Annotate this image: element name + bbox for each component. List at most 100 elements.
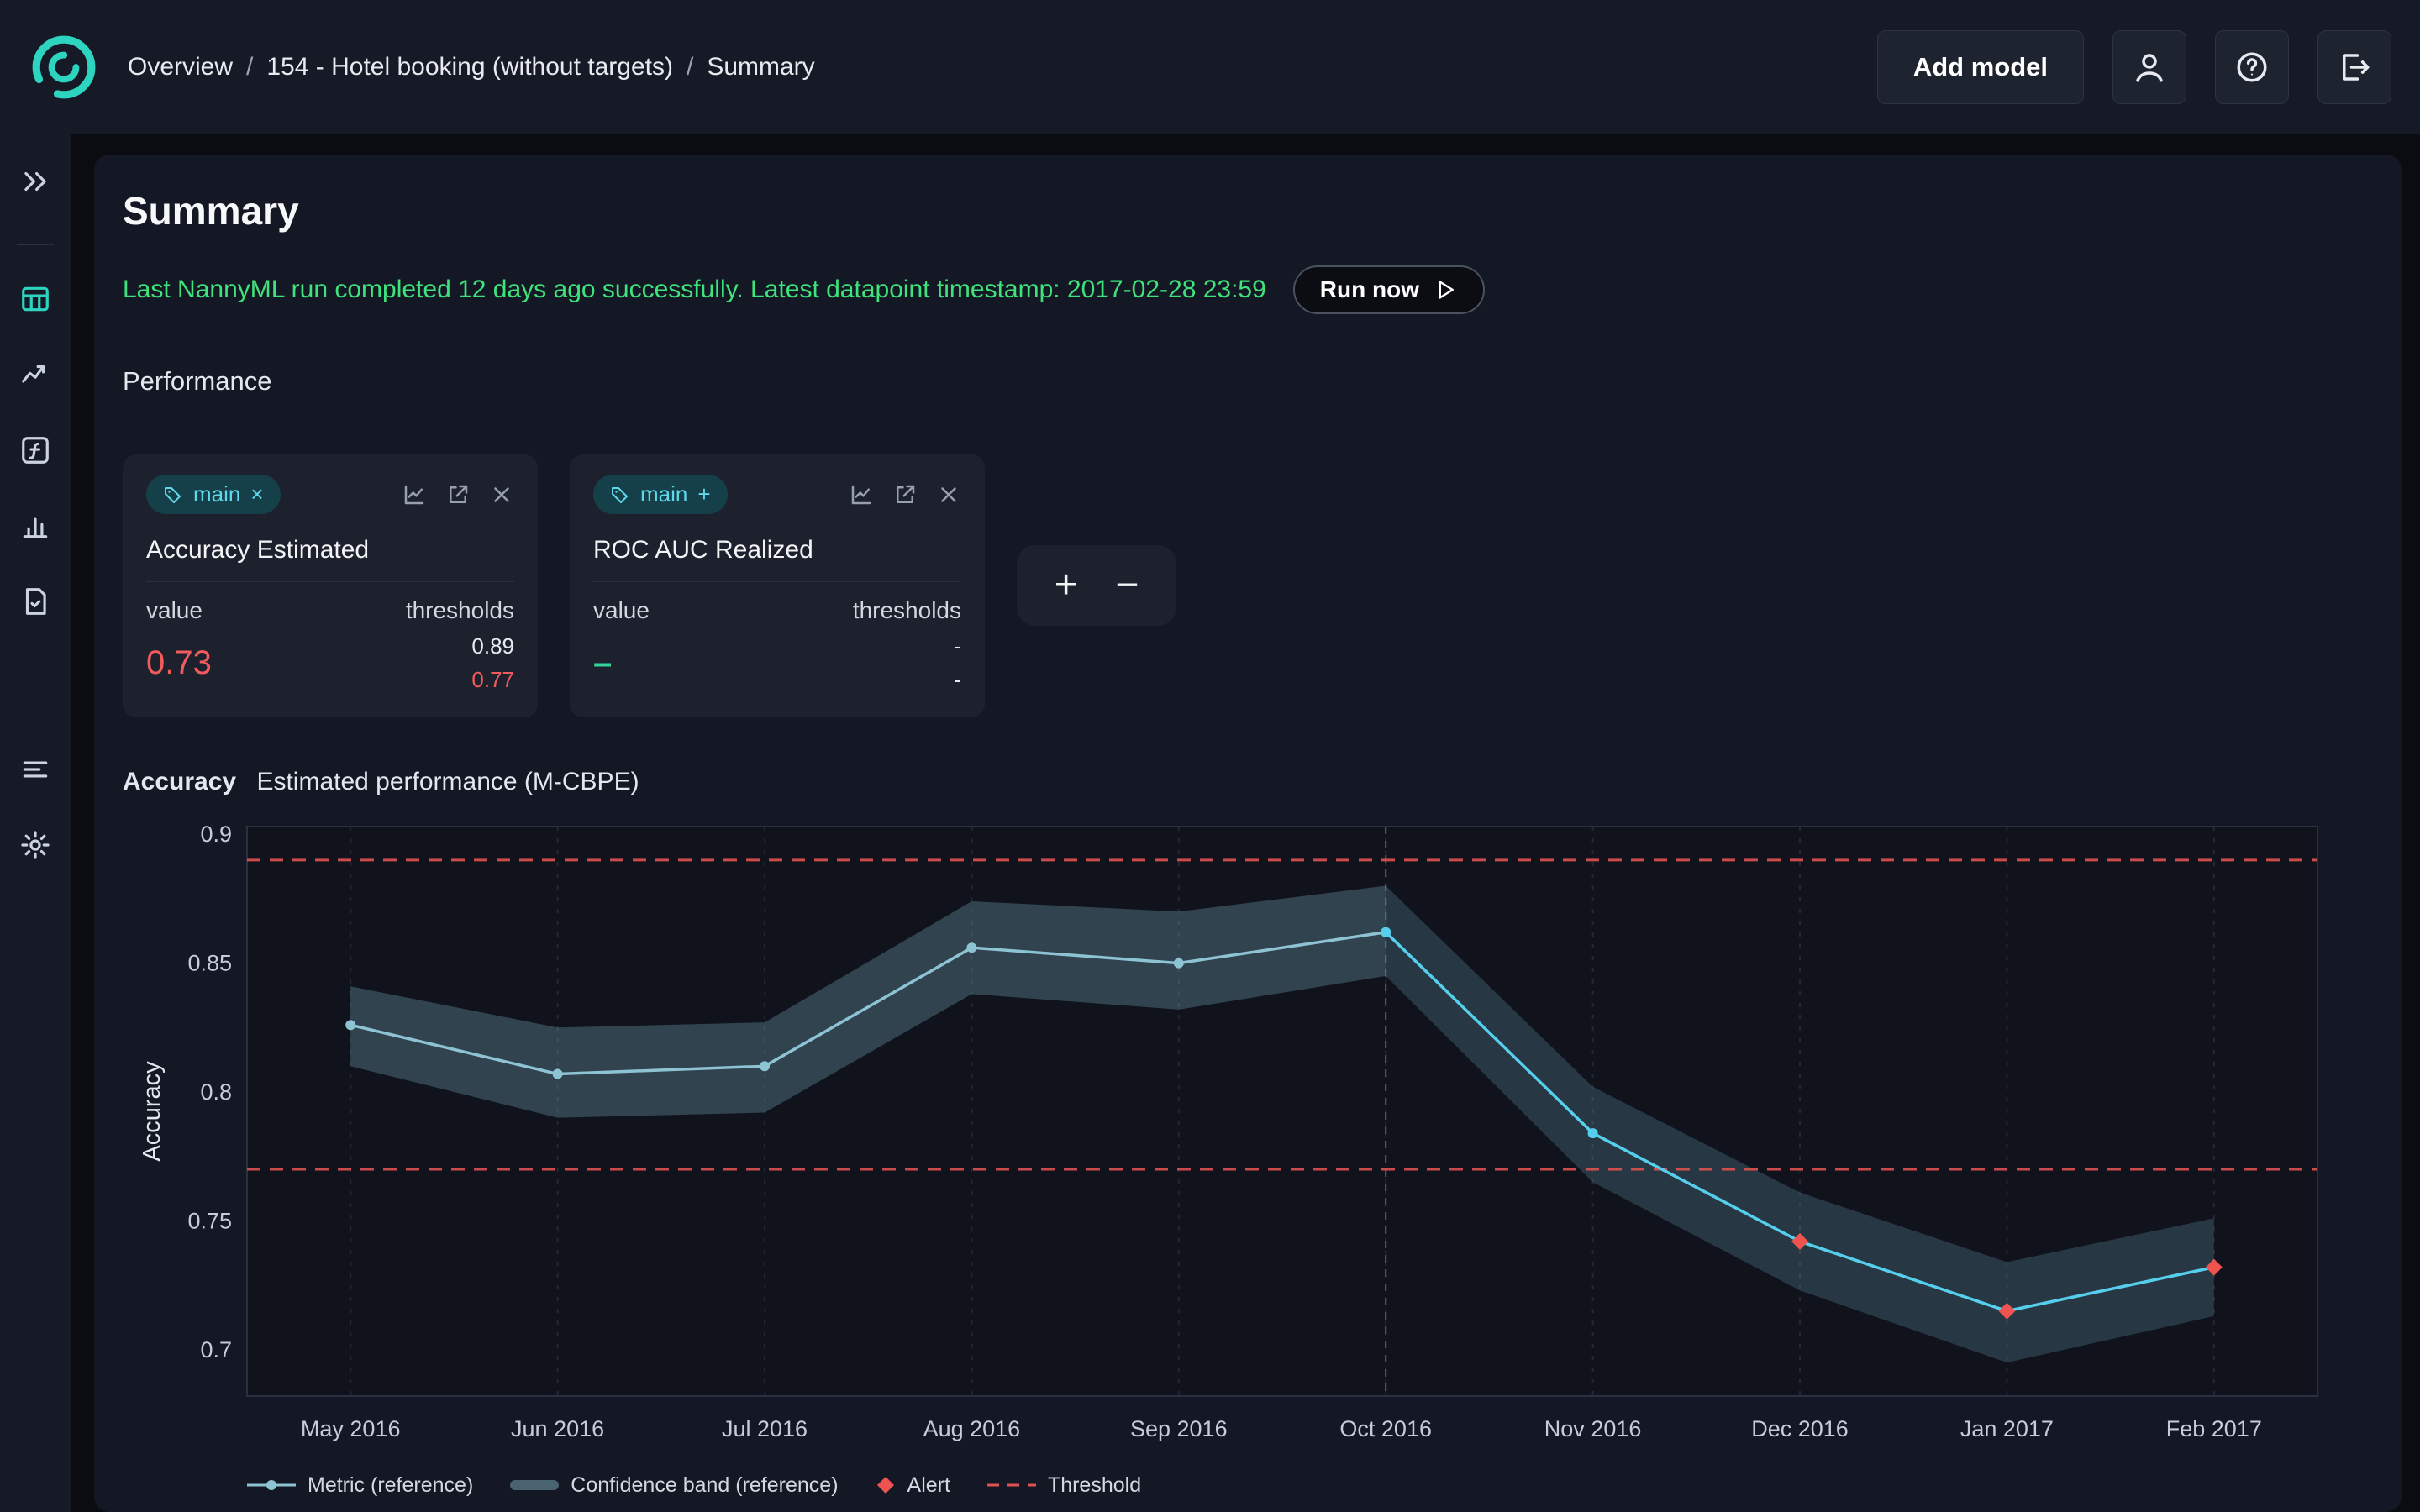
card-labels: value thresholds	[593, 597, 961, 624]
list-icon	[19, 753, 51, 785]
svg-text:0.85: 0.85	[187, 950, 232, 975]
sidebar-item-summary[interactable]	[18, 282, 52, 316]
svg-text:0.8: 0.8	[200, 1079, 232, 1105]
view-chart-icon[interactable]	[849, 482, 874, 507]
performance-section-header: Performance	[123, 366, 2373, 417]
svg-text:Aug 2016: Aug 2016	[923, 1416, 1021, 1441]
add-model-button[interactable]: Add model	[1877, 30, 2084, 104]
svg-text:0.7: 0.7	[200, 1336, 232, 1362]
sidebar-divider	[17, 244, 54, 245]
card-header: main ×	[146, 475, 514, 514]
tag-chip-main[interactable]: main ×	[146, 475, 281, 514]
close-icon[interactable]	[489, 482, 514, 507]
gear-icon	[19, 829, 51, 861]
open-external-icon[interactable]	[892, 482, 918, 507]
navbar-actions: Add model	[1877, 30, 2391, 104]
threshold-lower: -	[954, 663, 961, 696]
remove-card-button[interactable]: −	[1115, 565, 1139, 606]
logout-icon	[2337, 50, 2372, 85]
breadcrumb-item-model[interactable]: 154 - Hotel booking (without targets)	[266, 53, 673, 81]
nannyml-logo-icon[interactable]	[29, 32, 99, 102]
card-values: 0.73 0.89 0.77	[146, 629, 514, 697]
threshold-upper: 0.89	[471, 629, 514, 663]
value-label: value	[593, 597, 650, 624]
thresholds-label: thresholds	[406, 597, 514, 624]
thresholds-values: - -	[954, 629, 961, 697]
sidebar-item-settings[interactable]	[18, 828, 52, 862]
thresholds-values: 0.89 0.77	[471, 629, 514, 697]
play-icon	[1433, 277, 1458, 302]
card-actions	[402, 482, 514, 507]
open-external-icon[interactable]	[445, 482, 471, 507]
svg-text:Jul 2016: Jul 2016	[722, 1416, 808, 1441]
metric-value: –	[593, 644, 612, 682]
performance-chart[interactable]: 0.70.750.80.850.9May 2016Jun 2016Jul 201…	[123, 815, 2373, 1470]
tag-icon	[610, 485, 630, 505]
user-icon	[2132, 50, 2167, 85]
function-icon	[19, 434, 51, 466]
legend-swatch-icon	[876, 1475, 896, 1495]
run-now-button[interactable]: Run now	[1293, 265, 1485, 314]
status-row: Last NannyML run completed 12 days ago s…	[123, 265, 2373, 314]
tag-add-icon[interactable]: +	[697, 481, 710, 507]
legend-swatch-icon	[987, 1478, 1036, 1493]
tag-label: main	[640, 481, 687, 507]
page-title: Summary	[123, 188, 2373, 234]
top-navbar: Overview / 154 - Hotel booking (without …	[0, 0, 2420, 134]
legend-label: Alert	[908, 1473, 950, 1498]
sidebar-item-logs[interactable]	[18, 753, 52, 786]
threshold-upper: -	[954, 629, 961, 663]
sidebar-item-distribution[interactable]	[18, 509, 52, 543]
table-icon	[19, 283, 51, 315]
help-button[interactable]	[2215, 30, 2289, 104]
metric-card-title: ROC AUC Realized	[593, 536, 961, 582]
left-sidebar	[0, 134, 71, 1512]
chart-title-desc: Estimated performance (M-CBPE)	[256, 768, 639, 795]
metric-card-roc-auc: main + ROC AUC Realized value	[570, 454, 985, 717]
chart-title: Accuracy Estimated performance (M-CBPE)	[123, 768, 2373, 796]
legend-item[interactable]: Metric (reference)	[247, 1473, 473, 1498]
legend-swatch-icon	[510, 1478, 559, 1493]
breadcrumb: Overview / 154 - Hotel booking (without …	[128, 53, 815, 81]
breadcrumb-separator: /	[233, 53, 266, 81]
card-count-control: + −	[1017, 545, 1176, 626]
metric-cards-row: main × Accuracy Estimated valu	[123, 454, 2373, 717]
logout-button[interactable]	[2317, 30, 2391, 104]
legend-swatch-icon	[247, 1478, 296, 1493]
breadcrumb-separator: /	[673, 53, 707, 81]
chevrons-right-icon	[19, 165, 51, 197]
card-values: – - -	[593, 629, 961, 697]
chart-title-metric: Accuracy	[123, 768, 236, 795]
sidebar-item-concept-drift[interactable]	[18, 433, 52, 467]
svg-text:0.9: 0.9	[200, 822, 232, 847]
help-icon	[2234, 50, 2270, 85]
svg-text:Jan 2017: Jan 2017	[1960, 1416, 2054, 1441]
trend-line-icon	[19, 359, 51, 391]
value-label: value	[146, 597, 203, 624]
view-chart-icon[interactable]	[402, 482, 427, 507]
breadcrumb-item-summary: Summary	[707, 53, 814, 81]
legend-label: Confidence band (reference)	[571, 1473, 838, 1498]
legend-item[interactable]: Alert	[876, 1473, 950, 1498]
run-status-text: Last NannyML run completed 12 days ago s…	[123, 276, 1266, 304]
main-panel: Summary Last NannyML run completed 12 da…	[94, 155, 2402, 1512]
legend-item[interactable]: Threshold	[987, 1473, 1141, 1498]
metric-value: 0.73	[146, 644, 212, 682]
tag-chip-main[interactable]: main +	[593, 475, 728, 514]
svg-text:Jun 2016: Jun 2016	[511, 1416, 604, 1441]
metric-card-accuracy: main × Accuracy Estimated valu	[123, 454, 538, 717]
legend-label: Metric (reference)	[308, 1473, 473, 1498]
tag-remove-icon[interactable]: ×	[250, 481, 263, 507]
add-card-button[interactable]: +	[1055, 565, 1078, 606]
breadcrumb-item-overview[interactable]: Overview	[128, 53, 233, 81]
close-icon[interactable]	[936, 482, 961, 507]
card-labels: value thresholds	[146, 597, 514, 624]
sidebar-item-performance[interactable]	[18, 358, 52, 391]
user-account-button[interactable]	[2112, 30, 2186, 104]
svg-text:Oct 2016: Oct 2016	[1339, 1416, 1432, 1441]
sidebar-item-reports[interactable]	[18, 585, 52, 618]
sidebar-expand-button[interactable]	[18, 165, 52, 198]
legend-item[interactable]: Confidence band (reference)	[510, 1473, 838, 1498]
svg-text:Dec 2016: Dec 2016	[1751, 1416, 1849, 1441]
svg-text:Nov 2016: Nov 2016	[1544, 1416, 1642, 1441]
